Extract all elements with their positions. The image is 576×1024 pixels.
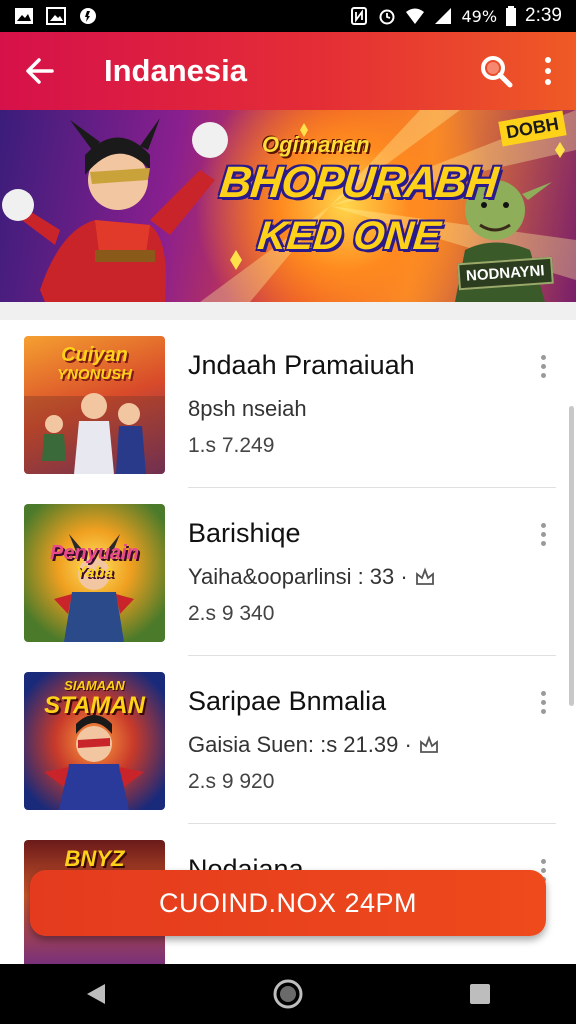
game-thumbnail[interactable]: SIAMAAN STAMAN [24,672,165,810]
banner-headline: BHOPURABH [217,158,500,207]
item-subtitle-text: Gaisia Suen: :s 21.39 · [188,732,412,757]
back-button[interactable] [20,51,60,91]
item-subtitle-text: 8psh nseiah [188,396,307,421]
wifi-icon [406,8,425,24]
alarm-icon [379,9,395,25]
page-title: Indanesia [104,53,247,88]
item-meta: 2.s 9 920 [188,770,275,793]
status-left [14,7,98,25]
thumbnail-title-top: Penyuain [50,542,139,564]
thumbnail-title-top: BNYZ [64,846,125,871]
battery-percent: 49% [461,6,498,26]
item-subtitle: Gaisia Suen: :s 21.39 · [188,732,440,758]
nfc-icon [351,7,368,25]
crown-badge-icon [419,735,438,753]
item-title: Barishiqe [188,518,301,548]
thumbnail-title-bottom: STAMAN [44,692,145,719]
item-subtitle-text: Yaiha&ooparlinsi : 33 · [188,564,408,589]
item-more-button[interactable] [530,350,556,382]
list-item[interactable]: SIAMAAN STAMAN Saripae Bnmalia Gaisia Su… [0,656,576,824]
section-divider [0,302,576,320]
photo-icon [15,8,33,24]
item-subtitle: Yaiha&ooparlinsi : 33 · [188,564,436,590]
gallery-icon [46,7,66,25]
item-more-button[interactable] [530,518,556,550]
thumbnail-title-bottom: YNONUSH [56,366,132,383]
app-bar: Indanesia [0,32,576,110]
banner-small-text: Ogimanan [262,132,370,157]
system-nav-bar [0,964,576,1024]
hero-character-art [2,118,228,302]
crown-badge-icon [415,567,434,585]
promo-banner[interactable]: Ogimanan BHOPURABH KED ONE DOBH NODNAYNI [0,110,576,302]
thumbnail-title-top: SIAMAAN [64,678,125,693]
clock: 2:39 [525,5,562,26]
thumbnail-title-top: Cuiyan [61,344,128,366]
thumbnail-title-bottom: Yaba [75,564,114,581]
primary-cta-button[interactable]: CUOIND.NOX 24PM [30,870,546,936]
nav-recents-button[interactable] [455,969,505,1019]
list-item[interactable]: Cuiyan YNONUSH Jndaah Pramaiuah 8psh nse… [0,320,576,488]
nav-home-button[interactable] [263,969,313,1019]
game-list[interactable]: Cuiyan YNONUSH Jndaah Pramaiuah 8psh nse… [0,320,576,964]
item-meta: 1.s 7.249 [188,434,275,457]
game-thumbnail[interactable]: Cuiyan YNONUSH [24,336,165,474]
item-subtitle: 8psh nseiah [188,396,307,422]
signal-icon [435,8,452,24]
status-right: 49% 2:39 [349,5,562,27]
banner-subheadline: KED ONE [255,214,443,258]
more-vertical-icon [545,57,551,85]
search-icon [481,56,513,88]
item-title: Jndaah Pramaiuah [188,350,415,380]
item-more-button[interactable] [530,686,556,718]
item-title: Saripae Bnmalia [188,686,387,716]
app-icon [80,8,96,24]
game-thumbnail[interactable]: Penyuain Yaba [24,504,165,642]
nav-back-button[interactable] [71,969,121,1019]
arrow-left-icon [26,58,54,84]
battery-icon [506,6,517,26]
list-item[interactable]: Penyuain Yaba Barishiqe Yaiha&ooparlinsi… [0,488,576,656]
recents-square-icon [470,984,490,1004]
search-button[interactable] [476,51,516,91]
back-triangle-icon [87,984,105,1004]
more-options-button[interactable] [528,51,568,91]
status-bar: 49% 2:39 [0,0,576,32]
item-meta: 2.s 9 340 [188,602,275,625]
home-circle-icon [273,979,303,1009]
